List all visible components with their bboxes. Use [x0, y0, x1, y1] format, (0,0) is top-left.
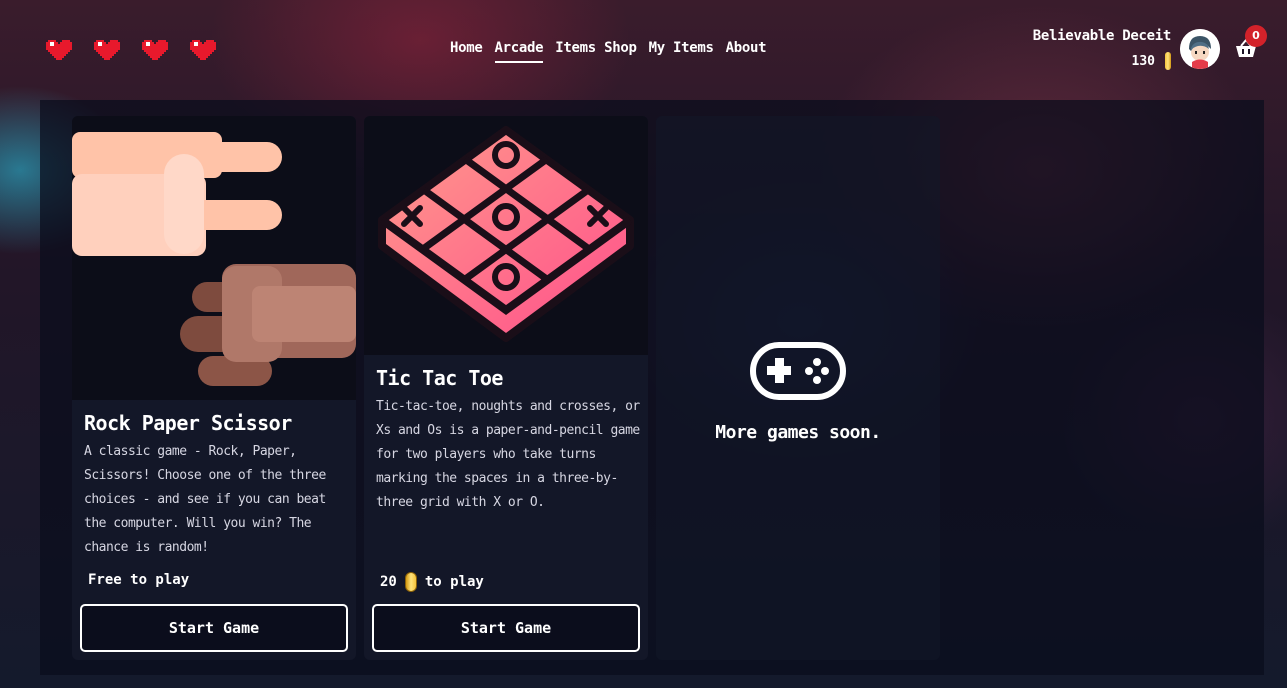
game-description: A classic game - Rock, Paper, Scissors! …	[84, 444, 326, 555]
heart-icon	[190, 40, 216, 60]
game-price: 20 to play	[380, 572, 484, 592]
game-price: Free to play	[88, 572, 189, 588]
tic-tac-toe-board-icon	[378, 126, 634, 342]
main-nav: Home Arcade Items Shop My Items About	[450, 40, 767, 63]
nav-arcade[interactable]: Arcade	[494, 40, 544, 63]
lives-indicator	[46, 38, 216, 62]
nav-items-shop[interactable]: Items Shop	[555, 40, 637, 63]
nav-home[interactable]: Home	[450, 40, 483, 63]
price-suffix: to play	[424, 574, 484, 590]
rock-paper-scissors-hands-icon	[72, 132, 356, 386]
nav-my-items[interactable]: My Items	[649, 40, 714, 63]
price-amount: 20	[380, 574, 397, 590]
game-card-rock-paper-scissor: Rock Paper Scissor A classic game - Rock…	[72, 116, 356, 660]
game-image	[72, 116, 356, 400]
heart-icon	[94, 40, 120, 60]
heart-icon	[46, 40, 72, 60]
heart-icon	[142, 40, 168, 60]
start-game-button[interactable]: Start Game	[372, 604, 640, 652]
game-title: Tic Tac Toe	[376, 366, 503, 390]
game-title: Rock Paper Scissor	[84, 411, 292, 435]
nav-about[interactable]: About	[726, 40, 767, 63]
coin-icon	[404, 572, 417, 592]
username[interactable]: Believable Deceit	[1033, 28, 1172, 44]
gamepad-icon	[750, 342, 846, 400]
avatar[interactable]	[1180, 29, 1220, 69]
game-card-tic-tac-toe: Tic Tac Toe Tic-tac-toe, noughts and cro…	[364, 116, 648, 660]
game-description: Tic-tac-toe, noughts and crosses, or Xs …	[376, 399, 640, 510]
start-game-button[interactable]: Start Game	[80, 604, 348, 652]
user-info: Believable Deceit 130	[1033, 28, 1171, 70]
price-label: Free to play	[88, 572, 190, 588]
game-image	[364, 116, 648, 355]
more-games-text: More games soon.	[715, 422, 881, 443]
cart-count-badge: 0	[1245, 25, 1267, 47]
coin-balance: 130	[1033, 52, 1171, 70]
more-games-placeholder: More games soon.	[656, 116, 940, 660]
coin-count: 130	[1131, 53, 1155, 69]
coin-icon	[1165, 52, 1171, 70]
